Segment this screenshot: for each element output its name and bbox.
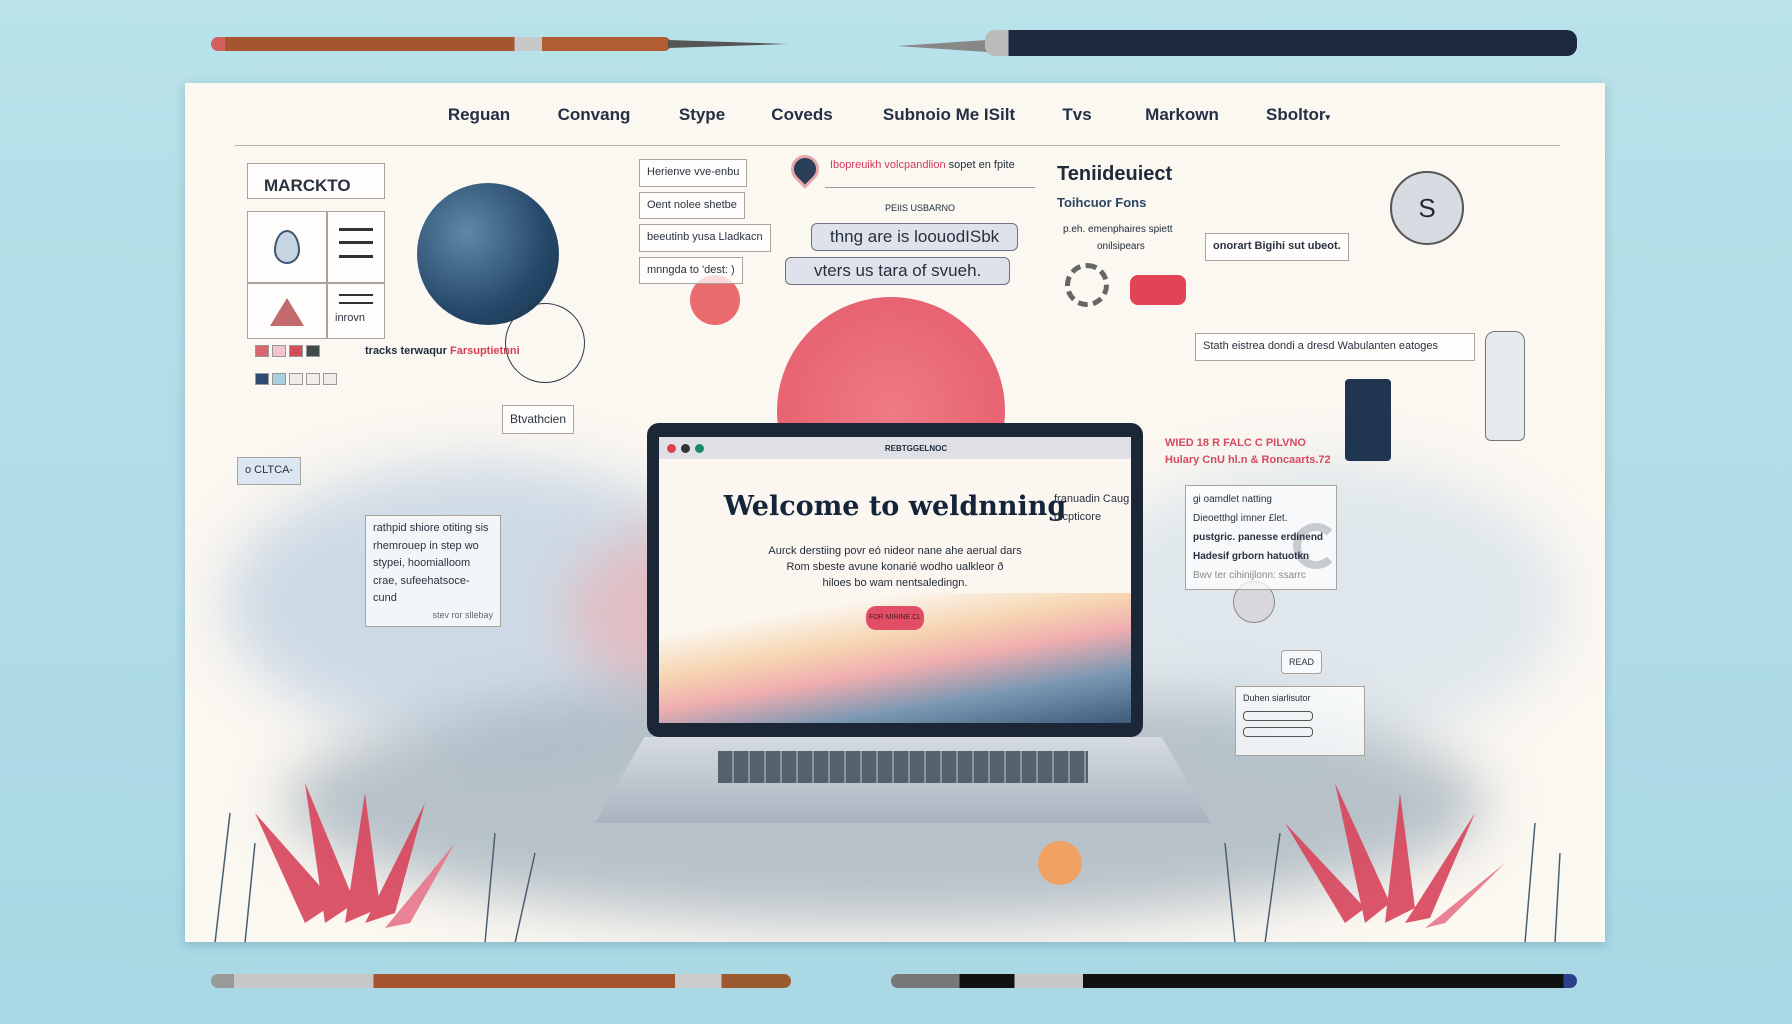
icon-tile-triangle[interactable] <box>247 283 327 339</box>
text-card: gi oamdlet natting Dieoetthgl imner £let.… <box>1185 485 1337 590</box>
phone-panel <box>1345 379 1391 461</box>
list-item[interactable]: beeutinb yusa Lladkacn <box>639 224 771 252</box>
bottle-illustration <box>1485 331 1525 441</box>
nav-item-sboltor[interactable]: Sboltor▾ <box>1266 105 1330 125</box>
cta-button[interactable]: FOR MIRINE.CL <box>866 605 924 630</box>
form-input[interactable] <box>1243 711 1313 722</box>
list-item[interactable]: Herienve vve-enbu <box>639 159 748 187</box>
nav-item-reguan[interactable]: Reguan <box>448 105 510 125</box>
pill-button-2[interactable]: vters us tara of svueh. <box>785 257 1011 285</box>
close-dot-icon[interactable] <box>667 443 676 453</box>
swatch-row <box>255 345 320 357</box>
nav-item-convang[interactable]: Convang <box>558 105 631 125</box>
swatch-row-2 <box>255 373 337 385</box>
gear-icon <box>1065 263 1109 307</box>
color-swatch[interactable] <box>306 345 320 357</box>
slider-line[interactable] <box>825 187 1035 188</box>
location-pin-icon <box>785 149 825 189</box>
color-swatch[interactable] <box>306 373 320 385</box>
drop-icon <box>274 230 300 264</box>
color-swatch[interactable] <box>323 373 337 385</box>
nav-item-tvs[interactable]: Tvs <box>1062 105 1091 125</box>
nav-item-markown[interactable]: Markown <box>1145 105 1219 125</box>
logo-box: MARCKTO <box>247 163 385 199</box>
s-badge-icon: S <box>1390 171 1464 245</box>
swatch-label: tracks terwaqur Farsuptietnni <box>365 345 520 357</box>
nav-item-subnoio[interactable]: Subnoio Me ISilt <box>883 105 1015 125</box>
read-tag[interactable]: READ <box>1281 650 1323 675</box>
red-headline: WIED 18 R FALC C PILVNO Hulary CnU hl.n &… <box>1165 437 1331 466</box>
color-swatch[interactable] <box>255 345 269 357</box>
paintbrush-top-left <box>211 37 671 51</box>
color-swatch[interactable] <box>272 373 286 385</box>
compass-star-icon <box>505 303 585 383</box>
pen-tip-top-right <box>897 40 987 52</box>
hero-body: Aurck derstiing povr eó nideor nane ahe … <box>768 545 1022 589</box>
headline-text: Ibopreuikh volcpandlion sopet en fpite <box>830 159 1015 171</box>
bullet-list: p.eh. emenphaires spiett onilsipears <box>1063 224 1173 252</box>
caption: PEIIS USBARNO <box>885 203 956 213</box>
section-title: Teniideuiect <box>1057 163 1173 185</box>
pen-top-right <box>985 30 1577 56</box>
maximize-dot-icon[interactable] <box>695 443 704 453</box>
nav-item-stype[interactable]: Stype <box>679 105 725 125</box>
tag-label[interactable]: o CLTCA- <box>237 457 302 485</box>
small-note: franuadin Caug dicpticore <box>1054 493 1130 523</box>
color-swatch[interactable] <box>255 373 269 385</box>
window-title: REBTGGELNOC <box>884 443 948 453</box>
list-item[interactable]: Oent nolee shetbe <box>639 191 745 220</box>
flower-right <box>1285 783 1505 928</box>
info-box: onorart Bigihi sut ubeot. <box>1205 233 1349 261</box>
foliage-foreground <box>214 783 1561 942</box>
list-item[interactable]: mnngda to 'dest: ) <box>639 256 743 285</box>
nav-divider <box>235 145 1560 146</box>
color-swatch[interactable] <box>289 345 303 357</box>
menu-tile-1[interactable] <box>327 211 385 283</box>
laptop-screen: REBTGGELNOC Welcome to weldnning Aurck d… <box>647 423 1143 737</box>
wide-info-box: Stath eistrea dondi a dresd Wabulanten e… <box>1195 333 1475 361</box>
color-swatch[interactable] <box>289 373 303 385</box>
warning-triangle-icon <box>270 298 304 326</box>
pill-button-1[interactable]: thng are is loouodISbk <box>811 223 1019 251</box>
pen-bottom-right <box>891 974 1577 988</box>
icon-tile-drop[interactable] <box>247 211 327 283</box>
color-swatch[interactable] <box>272 345 286 357</box>
orange-fruit <box>1038 841 1082 885</box>
note-card: rathpid shiore otiting sis rhemrouep in s… <box>365 515 501 628</box>
hamburger-icon <box>339 228 373 258</box>
nav-item-coveds[interactable]: Coveds <box>771 105 832 125</box>
minimize-dot-icon[interactable] <box>681 443 690 453</box>
chevron-down-icon: ▾ <box>1325 112 1331 122</box>
flower-left <box>255 783 455 928</box>
paintbrush-bottom-left <box>211 974 791 988</box>
tile-label: inrovn <box>335 312 365 324</box>
nav-label: Sboltor <box>1265 105 1326 124</box>
brush-tip-top-left <box>668 40 788 48</box>
menu-tile-2[interactable]: inrovn <box>327 283 385 339</box>
section-subtitle: Toihcuor Fons <box>1057 195 1147 210</box>
center-list: Herienve vve-enbu Oent nolee shetbe beeu… <box>639 159 771 285</box>
illustrated-webpage-sheet: Reguan Convang Stype Coveds Subnoio Me I… <box>185 83 1605 942</box>
btvathcien-button[interactable]: Btvathcien <box>502 405 575 435</box>
menu-icon <box>339 294 373 304</box>
browser-toolbar: REBTGGELNOC <box>659 437 1131 459</box>
toggle-button[interactable] <box>1130 275 1186 305</box>
browser-window: REBTGGELNOC Welcome to weldnning Aurck d… <box>659 437 1131 723</box>
